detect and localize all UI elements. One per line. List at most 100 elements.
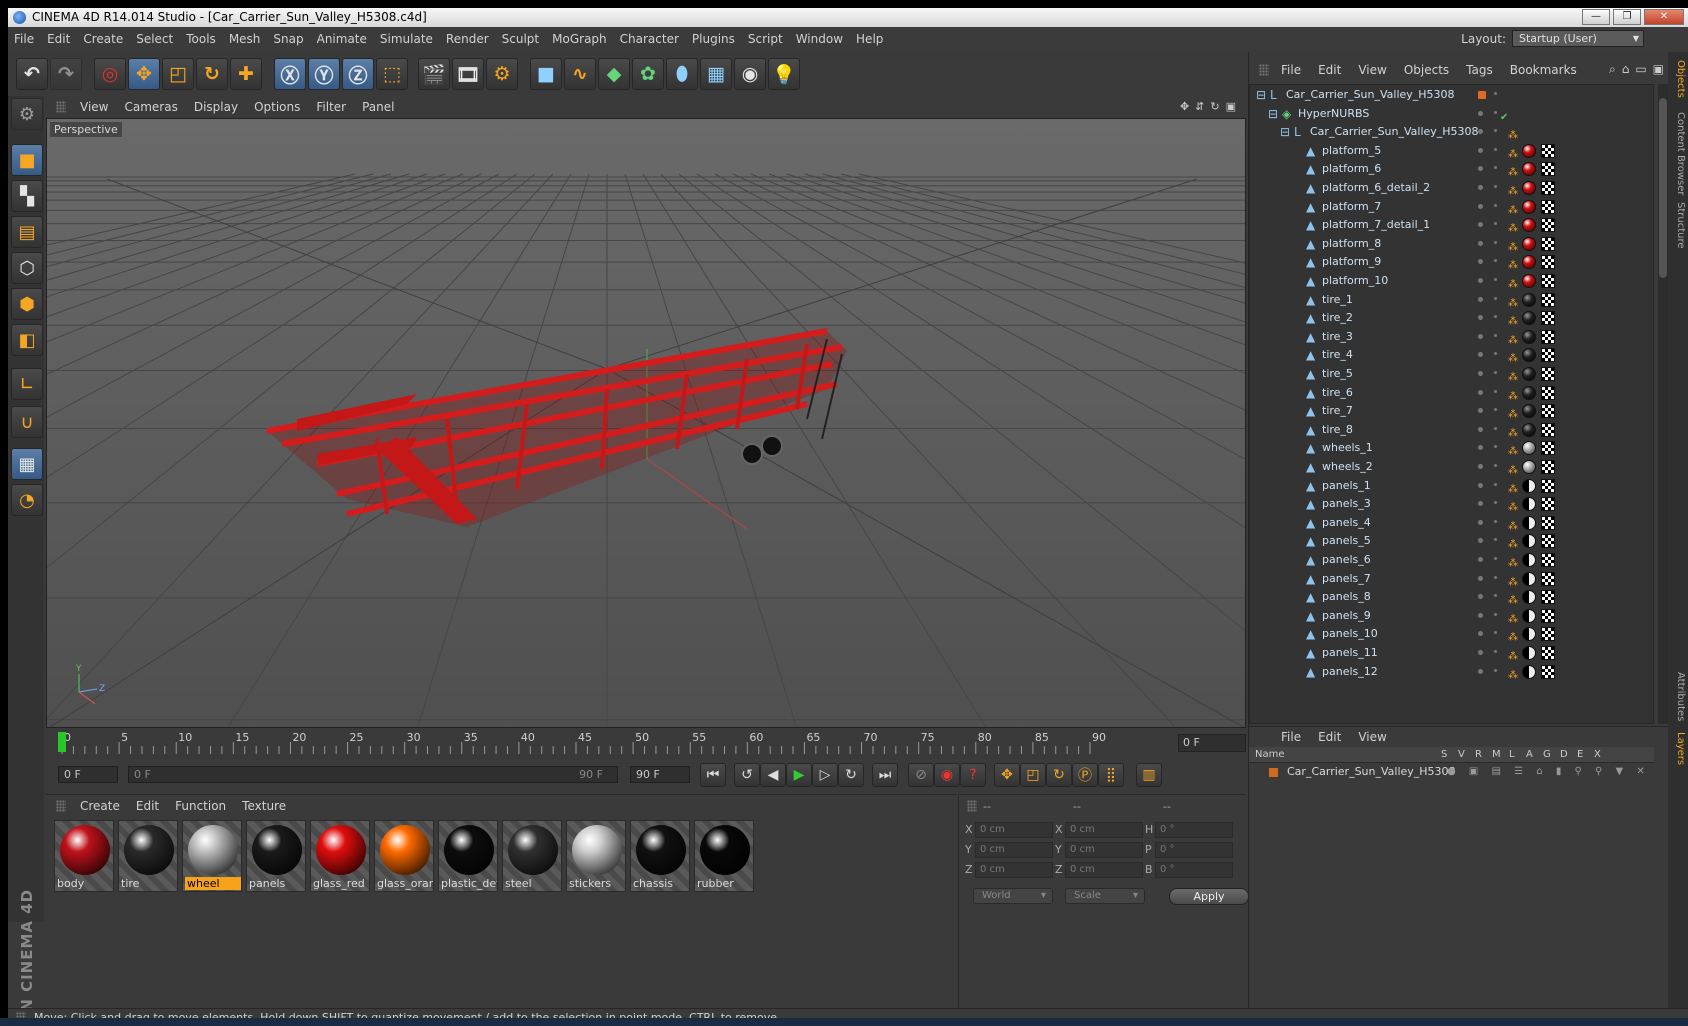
x-axis-lock-icon[interactable]: Ⓧ [274, 58, 306, 90]
perspective-viewport[interactable]: Y Z Perspective [46, 118, 1246, 728]
visibility-dot-icon[interactable] [1478, 464, 1483, 469]
material-chassis[interactable]: chassis [630, 820, 690, 892]
visibility-dot-icon[interactable] [1478, 668, 1483, 674]
uvw-tag-icon[interactable] [1541, 311, 1555, 326]
material-tag-icon[interactable] [1522, 143, 1536, 158]
material-tag-icon[interactable] [1522, 292, 1536, 307]
render-dot-icon[interactable] [1494, 166, 1497, 170]
object-row[interactable]: ▲ tire_8 ⁂ [1250, 420, 1653, 440]
visibility-dot-icon[interactable] [1478, 352, 1483, 358]
menu-plugins[interactable]: Plugins [692, 32, 735, 46]
point-mode-icon[interactable]: ⬡ [11, 252, 43, 284]
material-tag-icon[interactable] [1522, 571, 1536, 586]
render-dot-icon[interactable] [1494, 259, 1497, 263]
menu-edit[interactable]: Edit [47, 32, 70, 46]
object-name[interactable]: tire_7 [1322, 401, 1353, 421]
visibility-dot-icon[interactable] [1478, 259, 1483, 265]
material-tag-icon[interactable] [1522, 348, 1536, 363]
object-row[interactable]: ⊟ L Car_Carrier_Sun_Valley_H5308 [1250, 85, 1653, 105]
object-row[interactable]: ▲ platform_9 ⁂ [1250, 252, 1653, 272]
keyframe-selection-icon[interactable]: ? [960, 763, 986, 787]
material-tag-icon[interactable] [1522, 590, 1536, 605]
visibility-dot-icon[interactable] [1478, 408, 1483, 414]
object-name[interactable]: panels_10 [1322, 624, 1378, 644]
material-glass-red[interactable]: glass_red [310, 820, 370, 892]
visibility-dot-icon[interactable] [1478, 333, 1483, 339]
close-button[interactable]: ✕ [1644, 9, 1684, 25]
playhead[interactable] [58, 732, 66, 752]
material-tag-icon[interactable] [1522, 515, 1536, 530]
menu-simulate[interactable]: Simulate [380, 32, 433, 46]
uvw-tag-icon[interactable] [1541, 367, 1555, 381]
side-tab-structure[interactable]: Structure [1670, 202, 1686, 249]
panel-grip-icon[interactable] [56, 101, 66, 113]
render-dot-icon[interactable] [1494, 557, 1497, 560]
material-tag-icon[interactable] [1522, 181, 1536, 195]
render-dot-icon[interactable] [1494, 278, 1497, 281]
size-mode-dropdown[interactable]: Scale ▾ [1065, 888, 1145, 904]
uvw-tag-icon[interactable] [1541, 478, 1555, 493]
material-menu-texture[interactable]: Texture [242, 799, 286, 813]
render-dot-icon[interactable] [1494, 631, 1497, 635]
visibility-dot-icon[interactable] [1478, 166, 1483, 172]
object-name[interactable]: Car_Carrier_Sun_Valley_H5308 [1286, 85, 1455, 105]
render-dot-icon[interactable] [1494, 519, 1497, 523]
coord-field[interactable]: 0 cm [1065, 822, 1143, 838]
side-tab-objects[interactable]: Objects [1670, 60, 1686, 98]
render-dot-icon[interactable] [1494, 668, 1497, 672]
material-tag-icon[interactable] [1522, 274, 1536, 288]
visibility-dot-icon[interactable] [1478, 203, 1483, 209]
object-name[interactable]: panels_8 [1322, 587, 1371, 607]
object-row[interactable]: ▲ tire_1 ⁂ [1250, 290, 1653, 310]
viewport-menu-options[interactable]: Options [254, 100, 300, 114]
object-name[interactable]: platform_7_detail_1 [1322, 215, 1430, 235]
layer-color-swatch[interactable] [1269, 768, 1278, 777]
object-name[interactable]: panels_12 [1322, 662, 1378, 682]
object-name[interactable]: platform_6 [1322, 159, 1381, 179]
render-dot-icon[interactable] [1494, 464, 1497, 467]
visibility-dot-icon[interactable] [1478, 538, 1483, 544]
object-row[interactable]: ⊟ L Car_Carrier_Sun_Valley_H5308 ⁂ [1250, 122, 1653, 142]
object-name[interactable]: panels_4 [1322, 513, 1371, 533]
object-row[interactable]: ▲ panels_8 ⁂ [1250, 587, 1653, 607]
material-tag-icon[interactable] [1522, 608, 1536, 623]
visibility-dot-icon[interactable] [1478, 296, 1483, 302]
uvw-tag-icon[interactable] [1541, 274, 1555, 288]
menu-help[interactable]: Help [856, 32, 883, 46]
live-selection-icon[interactable]: ◎ [94, 58, 126, 90]
material-tag-icon[interactable] [1522, 199, 1536, 214]
end-frame-field[interactable]: 90 F [630, 766, 690, 783]
object-row[interactable]: ▲ platform_7_detail_1 ⁂ [1250, 215, 1653, 235]
visibility-dot-icon[interactable] [1478, 445, 1483, 451]
visibility-dot-icon[interactable] [1478, 389, 1483, 395]
object-row[interactable]: ▲ wheels_2 ⁂ [1250, 457, 1653, 477]
collapse-toggle-icon[interactable]: ⊟ [1256, 85, 1266, 105]
render-dot-icon[interactable] [1494, 594, 1497, 598]
object-row[interactable]: ▲ platform_6_detail_2 ⁂ [1250, 178, 1653, 198]
layer-menu-file[interactable]: File [1281, 730, 1301, 744]
uvw-tag-icon[interactable] [1541, 143, 1555, 158]
viewport-menu-filter[interactable]: Filter [316, 100, 346, 114]
pan-view-icon[interactable]: ✥ [1180, 100, 1189, 113]
material-tag-icon[interactable] [1522, 646, 1536, 660]
snap-magnet-icon[interactable]: ∪ [11, 406, 43, 438]
side-tab-content-browser[interactable]: Content Browser [1670, 112, 1686, 195]
object-row[interactable]: ▲ platform_10 ⁂ [1250, 271, 1653, 291]
search-icon[interactable]: ⌕ [1609, 62, 1616, 77]
material-tag-icon[interactable] [1522, 441, 1536, 456]
undo-icon[interactable]: ↶ [16, 58, 48, 90]
deformer-icon[interactable]: ⬮ [666, 58, 698, 90]
material-tag-icon[interactable] [1522, 255, 1536, 270]
collapse-icon[interactable]: ▭ [1635, 62, 1646, 77]
array-icon[interactable]: ✿ [632, 58, 664, 90]
redo-icon[interactable]: ↷ [50, 58, 82, 90]
object-name[interactable]: tire_1 [1322, 290, 1353, 310]
minimize-button[interactable]: — [1582, 9, 1610, 25]
next-frame-icon[interactable]: ▷ [812, 763, 838, 787]
record-scale-icon[interactable]: ◰ [1020, 763, 1046, 787]
render-dot-icon[interactable] [1494, 482, 1497, 486]
material-tag-icon[interactable] [1522, 311, 1536, 326]
material-tag-icon[interactable] [1522, 534, 1536, 549]
polygon-mode-icon[interactable]: ◧ [11, 324, 43, 356]
visibility-dot-icon[interactable] [1478, 91, 1486, 99]
